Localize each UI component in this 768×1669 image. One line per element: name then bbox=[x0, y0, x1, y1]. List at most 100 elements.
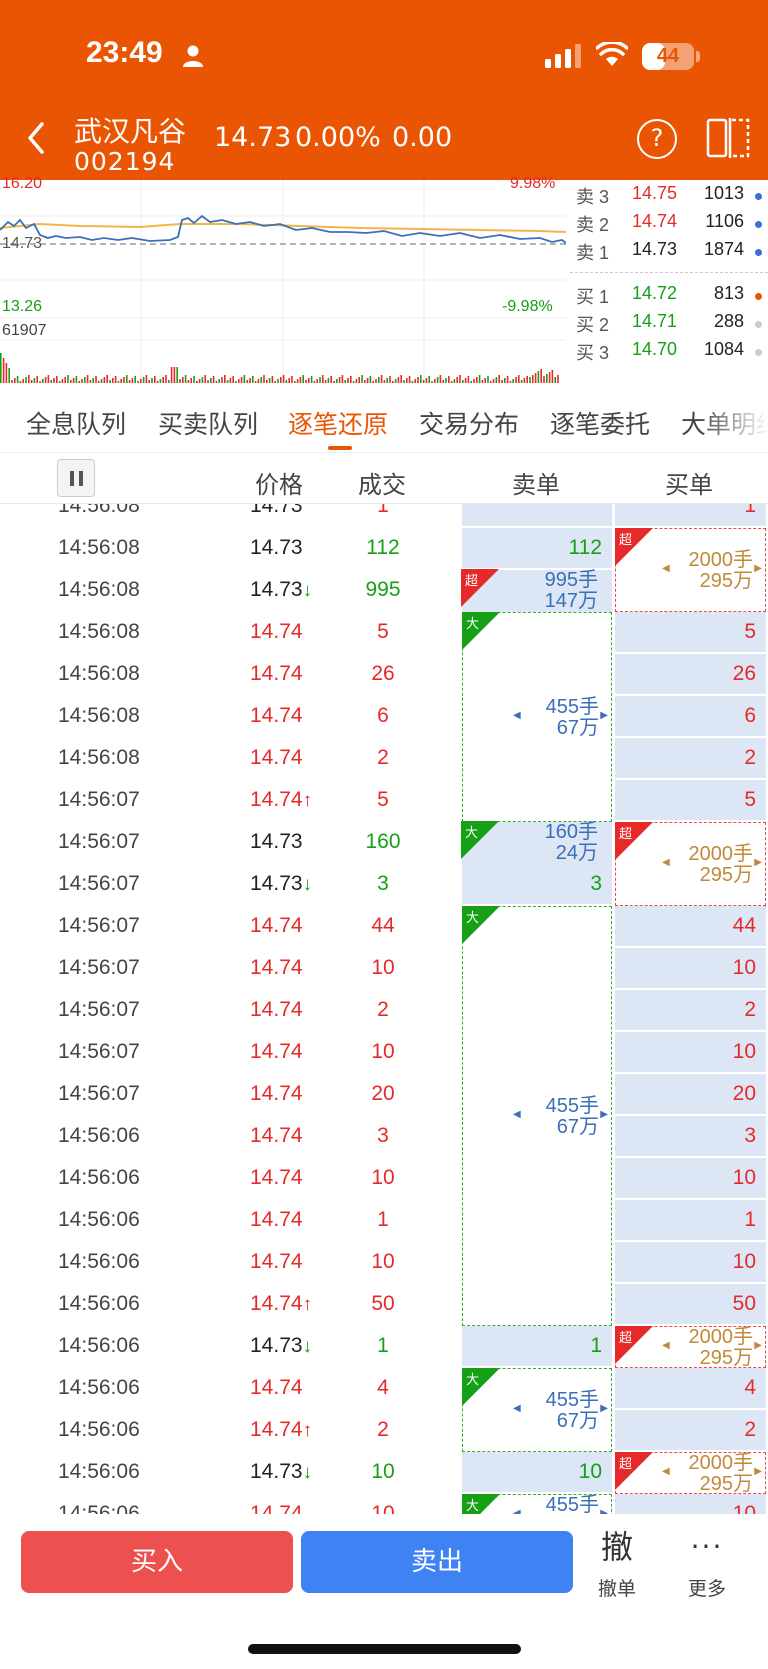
super-order-group[interactable]: 超 995手 147万 bbox=[461, 569, 612, 612]
book-price: 14.70 bbox=[632, 339, 678, 359]
sell-button[interactable]: 卖出 bbox=[301, 1531, 573, 1593]
order-book-row[interactable]: 卖 3 14.75 1013 bbox=[570, 183, 768, 211]
trade-list[interactable]: 14:56:08 14.73 1 14:56:08 14.73 112 14:56:08 14… bbox=[0, 504, 768, 1514]
order-value: 112 bbox=[568, 536, 602, 559]
sell-order-cell[interactable] bbox=[462, 504, 612, 528]
volume-bar bbox=[263, 375, 265, 383]
trade-price: 14.74 bbox=[250, 1208, 303, 1232]
buy-order-cell[interactable]: 10 bbox=[615, 1242, 766, 1284]
order-book-row[interactable]: 买 2 14.71 288 bbox=[570, 311, 768, 339]
super-order-group[interactable]: 超 2000手 295万 ◀ ▶ bbox=[615, 1452, 766, 1495]
order-summary-line: 147万 bbox=[544, 590, 598, 612]
trade-price-value: 14.73 bbox=[250, 536, 303, 559]
order-book-row[interactable]: 卖 1 14.73 1874 bbox=[570, 239, 768, 267]
large-order-group[interactable]: 大455手67万◀▶ bbox=[462, 1368, 612, 1452]
tab-full-queue[interactable]: 全息队列 bbox=[26, 405, 126, 441]
volume-bar bbox=[526, 376, 528, 383]
cancel-order-button[interactable]: 撤 撤单 bbox=[592, 1526, 642, 1616]
buy-order-cell[interactable]: 10 bbox=[615, 948, 766, 990]
buy-order-cell[interactable]: 2 bbox=[615, 738, 766, 780]
buy-order-cell[interactable]: 4 bbox=[615, 1368, 766, 1410]
large-order-group[interactable]: 大455手67万◀▶ bbox=[462, 906, 612, 1326]
switch-stock-icon[interactable] bbox=[706, 117, 752, 159]
volume-bar bbox=[204, 375, 206, 383]
order-value: 2 bbox=[744, 1418, 756, 1441]
trade-time: 14:56:07 bbox=[58, 830, 140, 853]
trade-price: 14.74 bbox=[250, 746, 303, 770]
volume-bar bbox=[291, 376, 293, 383]
volume-bar bbox=[546, 374, 548, 383]
trade-price: 14.74 bbox=[250, 620, 303, 644]
buy-order-cell[interactable]: 10 bbox=[615, 1158, 766, 1200]
buy-order-cell[interactable]: 2 bbox=[615, 990, 766, 1032]
buy-order-cell[interactable]: 5 bbox=[615, 612, 766, 654]
book-price: 14.71 bbox=[632, 311, 678, 331]
order-book-row[interactable]: 买 3 14.70 1084 bbox=[570, 339, 768, 367]
trade-volume: 3 bbox=[377, 1124, 389, 1147]
sell-order-cell[interactable]: 10 bbox=[462, 1452, 612, 1494]
volume-bar bbox=[361, 375, 363, 383]
order-summary-line: 455手 bbox=[545, 1095, 599, 1117]
trade-volume: 2 bbox=[377, 1418, 389, 1441]
order-tag-label: 超 bbox=[619, 1457, 633, 1472]
tab-bid-ask-queue[interactable]: 买卖队列 bbox=[158, 405, 258, 441]
chevron-left-icon: ◀ bbox=[662, 1466, 670, 1477]
cancel-icon: 撤 bbox=[600, 1528, 633, 1566]
volume-bar bbox=[548, 372, 551, 383]
buy-order-cell[interactable]: 5 bbox=[615, 780, 766, 822]
order-book-row[interactable]: 买 1 14.72 813 bbox=[570, 283, 768, 311]
tab-trade-distribution[interactable]: 交易分布 bbox=[419, 405, 519, 441]
pause-icon[interactable] bbox=[57, 459, 95, 497]
book-volume: 1106 bbox=[705, 211, 744, 231]
sell-order-cell[interactable]: 1 bbox=[462, 1326, 612, 1368]
status-time: 23:49 bbox=[86, 36, 163, 69]
super-order-group[interactable]: 超 2000手 295万 ◀ ▶ bbox=[615, 528, 766, 612]
volume-bar bbox=[212, 376, 215, 383]
buy-order-cell[interactable]: 1 bbox=[615, 504, 766, 528]
volume-bar bbox=[459, 375, 461, 383]
buy-order-cell[interactable]: 10 bbox=[615, 1032, 766, 1074]
trade-time: 14:56:06 bbox=[58, 1124, 140, 1147]
large-order-group[interactable]: 大455手67万◀▶ bbox=[462, 612, 612, 822]
buy-order-cell[interactable]: 26 bbox=[615, 654, 766, 696]
order-value: 4 bbox=[744, 1376, 756, 1399]
trade-volume: 2 bbox=[377, 746, 389, 769]
super-order-group[interactable]: 超 2000手 295万 ◀ ▶ bbox=[615, 1326, 766, 1369]
buy-order-cell[interactable]: 44 bbox=[615, 906, 766, 948]
buy-button[interactable]: 买入 bbox=[21, 1531, 293, 1593]
buy-order-cell[interactable]: 6 bbox=[615, 696, 766, 738]
tab-tick-restore[interactable]: 逐笔还原 bbox=[288, 405, 388, 441]
large-order-group[interactable]: 大 160手 24万 bbox=[461, 821, 612, 864]
tab-tick-orders[interactable]: 逐笔委托 bbox=[550, 405, 650, 441]
help-icon[interactable]: ? bbox=[637, 119, 677, 159]
sell-order-cell[interactable]: 3 bbox=[462, 864, 612, 906]
trade-direction-icon: ↑ bbox=[302, 1420, 313, 1441]
buy-order-cell[interactable]: 3 bbox=[615, 1116, 766, 1158]
buy-order-cell[interactable]: 1 bbox=[615, 1200, 766, 1242]
order-tag-label: 大 bbox=[465, 826, 479, 841]
volume-bar bbox=[350, 376, 352, 383]
super-order-group[interactable]: 超 2000手 295万 ◀ ▶ bbox=[615, 822, 766, 906]
order-summary-line: 295万 bbox=[699, 570, 753, 592]
buy-order-cell[interactable]: 2 bbox=[615, 1410, 766, 1452]
sell-order-cell[interactable]: 112 bbox=[462, 528, 612, 570]
more-button[interactable]: ··· 更多 bbox=[682, 1526, 732, 1616]
order-value: 1 bbox=[590, 1334, 602, 1357]
cellular-signal-icon bbox=[545, 44, 581, 68]
back-arrow-icon[interactable] bbox=[22, 118, 52, 158]
large-order-group[interactable]: 大455手67万◀▶ bbox=[462, 1494, 612, 1514]
buy-order-cell[interactable]: 10 bbox=[615, 1494, 766, 1514]
more-label: 更多 bbox=[687, 1578, 726, 1600]
order-book-row[interactable]: 卖 2 14.74 1106 bbox=[570, 211, 768, 239]
trade-time: 14:56:06 bbox=[58, 1208, 140, 1231]
trade-price-value: 14.74 bbox=[250, 1124, 303, 1147]
trade-volume: 20 bbox=[371, 1082, 395, 1105]
chevron-right-icon: ▶ bbox=[600, 710, 608, 721]
order-summary-line: 2000手 bbox=[688, 843, 754, 865]
trade-time: 14:56:08 bbox=[58, 578, 140, 601]
chevron-right-icon: ▶ bbox=[754, 1340, 762, 1351]
volume-bar bbox=[282, 375, 285, 383]
buy-order-cell[interactable]: 50 bbox=[615, 1284, 766, 1326]
order-summary: 160手 24万 bbox=[545, 822, 598, 864]
buy-order-cell[interactable]: 20 bbox=[615, 1074, 766, 1116]
